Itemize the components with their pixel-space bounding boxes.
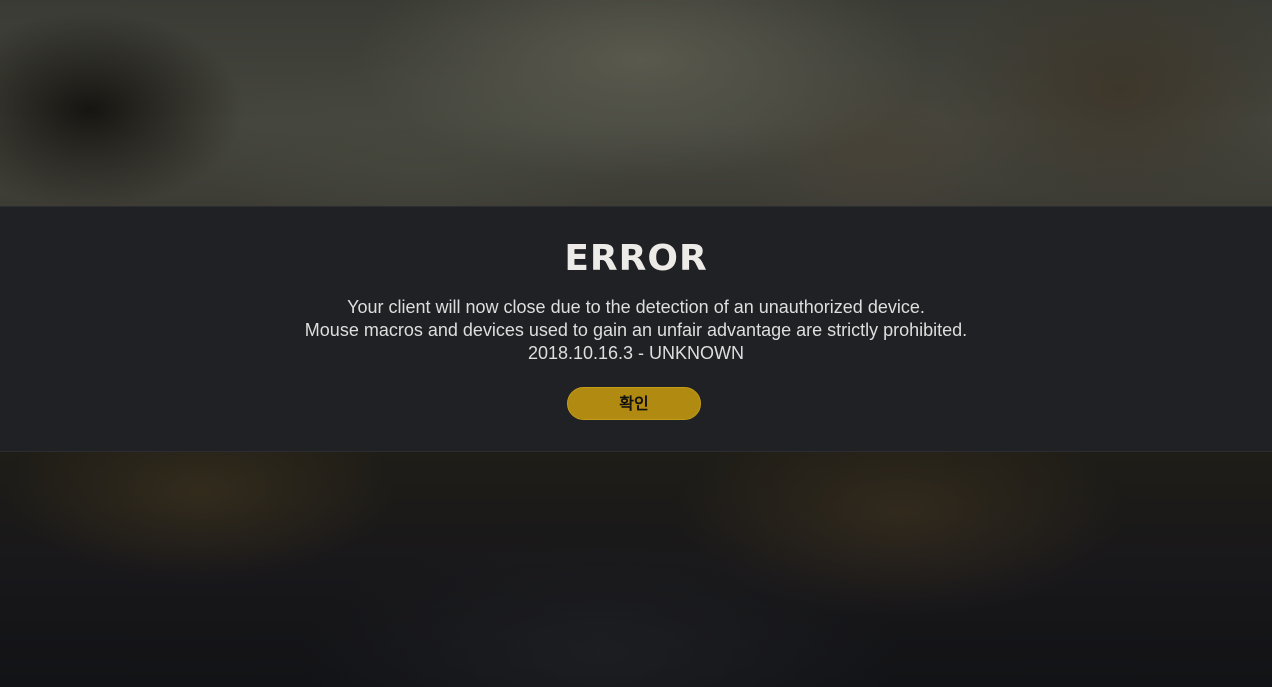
message-line: Your client will now close due to the de… xyxy=(347,297,925,317)
confirm-button[interactable]: 확인 xyxy=(567,387,701,420)
message-line: Mouse macros and devices used to gain an… xyxy=(304,320,968,340)
dialog-message: Your client will now close due to the de… xyxy=(0,296,1272,365)
error-dialog: ERROR Your client will now close due to … xyxy=(0,206,1272,452)
background-image-bottom xyxy=(0,452,1272,687)
dialog-title: ERROR xyxy=(564,238,708,279)
background-image-top xyxy=(0,0,1272,206)
game-screen: ERROR Your client will now close due to … xyxy=(0,0,1272,687)
version-text: 2018.10.16.3 - UNKNOWN xyxy=(527,343,745,363)
